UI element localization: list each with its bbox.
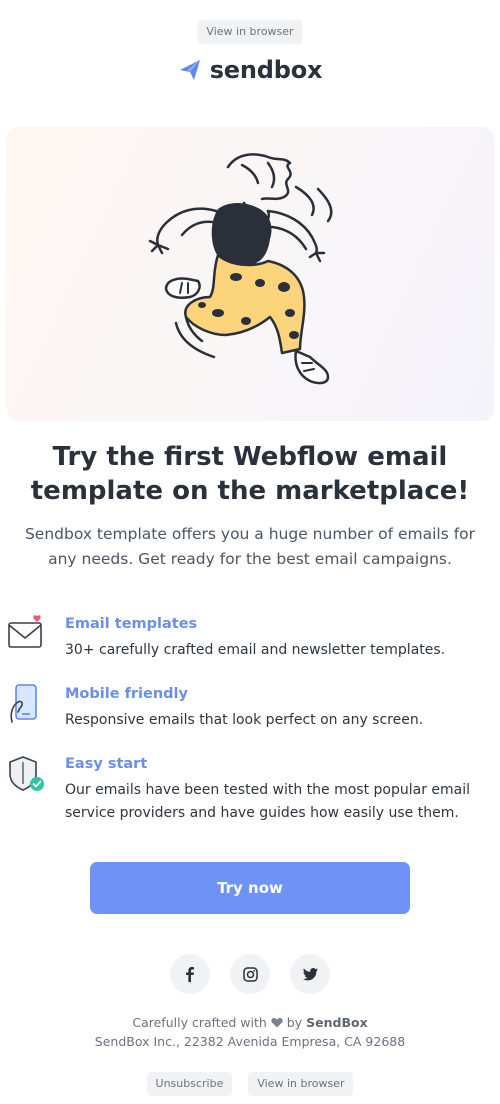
feature-title: Mobile friendly [65, 686, 188, 702]
envelope-heart-icon [8, 615, 42, 648]
footer-brand: SendBox [306, 1015, 368, 1030]
hero-banner [6, 127, 494, 421]
instagram-icon [242, 966, 258, 982]
shield-check-icon [9, 756, 44, 791]
feature-description: Responsive emails that look perfect on a… [65, 712, 424, 728]
social-links [0, 954, 500, 994]
brand-name: sendbox [209, 56, 323, 84]
feature-description: 30+ carefully crafted email and newslett… [65, 642, 446, 658]
facebook-icon [186, 967, 194, 982]
dancing-character-illustration [148, 153, 333, 385]
footer-by-text: by [286, 1015, 303, 1030]
subheadline: Sendbox template offers you a huge numbe… [24, 525, 476, 568]
footer-credit: Carefully crafted with by SendBox [0, 1014, 500, 1032]
footer-crafted-text: Carefully crafted with [132, 1015, 267, 1030]
mobile-phone-icon [10, 684, 37, 723]
instagram-link[interactable] [230, 954, 270, 994]
heart-icon [271, 1018, 283, 1028]
unsubscribe-link[interactable]: Unsubscribe [146, 1072, 233, 1096]
footer-address: SendBox Inc., 22382 Avenida Empresa, CA … [94, 1034, 406, 1049]
view-in-browser-link[interactable]: View in browser [197, 20, 303, 44]
twitter-icon [302, 967, 318, 980]
paper-plane-icon [179, 60, 200, 80]
feature-description: Our emails have been tested with the mos… [65, 782, 471, 821]
footer-links: Unsubscribe View in browser [0, 1072, 500, 1096]
feature-title: Email templates [65, 616, 198, 632]
facebook-link[interactable] [170, 954, 210, 994]
try-now-button[interactable]: Try now [90, 862, 410, 914]
twitter-link[interactable] [290, 954, 330, 994]
page-title: Try the first Webflow email template on … [30, 442, 470, 506]
feature-title: Easy start [65, 756, 148, 772]
footer-view-in-browser-link[interactable]: View in browser [248, 1072, 354, 1096]
brand-logo[interactable]: sendbox [0, 56, 500, 84]
